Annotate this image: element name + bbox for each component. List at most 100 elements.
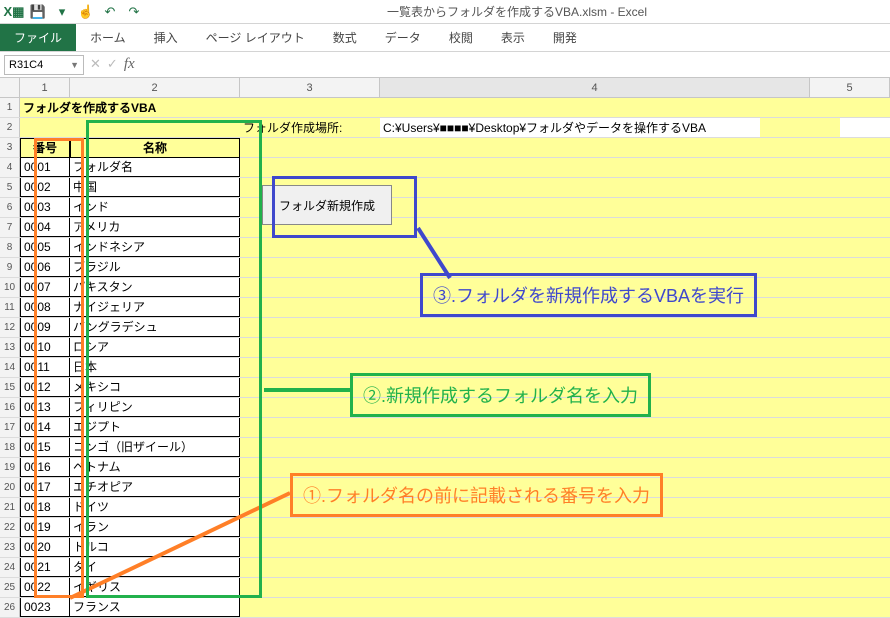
tab-home[interactable]: ホーム [76,24,140,51]
cell[interactable]: トルコ [70,538,240,557]
cell[interactable]: 中国 [70,178,240,197]
cell[interactable] [380,538,810,557]
tab-view[interactable]: 表示 [487,24,539,51]
row-header[interactable]: 23 [0,538,20,557]
cell[interactable] [810,98,890,117]
cell[interactable] [810,278,890,297]
cell[interactable]: C:¥Users¥■■■■¥Desktop¥フォルダやデータを操作するVBA [380,118,760,137]
cell[interactable] [380,158,810,177]
cell[interactable]: 0003 [20,198,70,217]
cell[interactable] [240,358,380,377]
row-header[interactable]: 26 [0,598,20,617]
cell[interactable] [810,218,890,237]
cell[interactable]: タイ [70,558,240,577]
row-header[interactable]: 24 [0,558,20,577]
cell[interactable]: 0006 [20,258,70,277]
cell[interactable]: 番号 [20,138,70,157]
cell[interactable] [380,238,810,257]
cell[interactable] [810,138,890,157]
cell[interactable] [810,158,890,177]
cell[interactable]: ドイツ [70,498,240,517]
cell[interactable] [240,458,380,477]
cell[interactable] [380,598,810,617]
row-header[interactable]: 10 [0,278,20,297]
cell[interactable] [810,578,890,597]
cell[interactable] [240,98,380,117]
cell[interactable] [810,338,890,357]
cell[interactable]: フォルダ作成場所: [240,118,380,137]
touch-mode-icon[interactable]: ☝ [76,2,96,22]
row-header[interactable]: 2 [0,118,20,137]
cell[interactable]: 0005 [20,238,70,257]
cell[interactable] [380,518,810,537]
cell[interactable] [380,278,810,297]
row-header[interactable]: 9 [0,258,20,277]
col-header-2[interactable]: 2 [70,78,240,97]
cell[interactable] [810,318,890,337]
row-header[interactable]: 3 [0,138,20,157]
cell[interactable] [380,298,810,317]
cell[interactable]: 0004 [20,218,70,237]
cell[interactable] [810,538,890,557]
cell[interactable] [810,178,890,197]
cell[interactable] [380,378,810,397]
col-header-4[interactable]: 4 [380,78,810,97]
cell[interactable] [810,378,890,397]
cell[interactable] [240,418,380,437]
cell[interactable]: 0008 [20,298,70,317]
cell[interactable]: 0023 [20,598,70,617]
cell[interactable] [240,578,380,597]
cell[interactable] [380,178,810,197]
cell[interactable] [240,538,380,557]
name-box[interactable]: R31C4 ▼ [4,55,84,75]
cell[interactable] [240,558,380,577]
cell[interactable]: 0007 [20,278,70,297]
cell[interactable] [380,398,810,417]
cell[interactable] [380,198,810,217]
cell[interactable]: 0011 [20,358,70,377]
cell[interactable]: エチオピア [70,478,240,497]
cell[interactable]: バングラデシュ [70,318,240,337]
tab-review[interactable]: 校閲 [435,24,487,51]
cell[interactable]: 0010 [20,338,70,357]
cancel-icon[interactable]: ✕ [90,56,101,73]
cell[interactable]: 0014 [20,418,70,437]
row-header[interactable]: 4 [0,158,20,177]
cell[interactable] [380,558,810,577]
cell[interactable] [240,318,380,337]
cell[interactable] [810,358,890,377]
row-header[interactable]: 15 [0,378,20,397]
create-folder-button[interactable]: フォルダ新規作成 [262,185,392,225]
cell[interactable] [380,258,810,277]
cell[interactable] [810,518,890,537]
row-header[interactable]: 16 [0,398,20,417]
tab-file[interactable]: ファイル [0,24,76,51]
cell[interactable] [240,398,380,417]
row-header[interactable]: 7 [0,218,20,237]
cell[interactable] [380,318,810,337]
cell[interactable]: 0002 [20,178,70,197]
cell[interactable] [70,118,240,137]
cell[interactable]: 0012 [20,378,70,397]
row-header[interactable]: 14 [0,358,20,377]
cell[interactable]: イラン [70,518,240,537]
cell[interactable]: フォルダ名 [70,158,240,177]
cell[interactable]: ブラジル [70,258,240,277]
cell[interactable]: アメリカ [70,218,240,237]
row-header[interactable]: 21 [0,498,20,517]
cell[interactable] [380,578,810,597]
row-header[interactable]: 22 [0,518,20,537]
row-header[interactable]: 18 [0,438,20,457]
undo-icon[interactable]: ↶ [100,2,120,22]
cell[interactable] [380,498,810,517]
cell[interactable] [240,278,380,297]
row-header[interactable]: 11 [0,298,20,317]
cell[interactable]: イギリス [70,578,240,597]
worksheet-grid[interactable]: ③.フォルダを新規作成するVBAを実行 ②.新規作成するフォルダ名を入力 ①.フ… [0,98,890,598]
cell[interactable] [240,158,380,177]
cell[interactable] [240,518,380,537]
cell[interactable]: 0021 [20,558,70,577]
row-header[interactable]: 13 [0,338,20,357]
cell[interactable] [380,138,810,157]
row-header[interactable]: 8 [0,238,20,257]
